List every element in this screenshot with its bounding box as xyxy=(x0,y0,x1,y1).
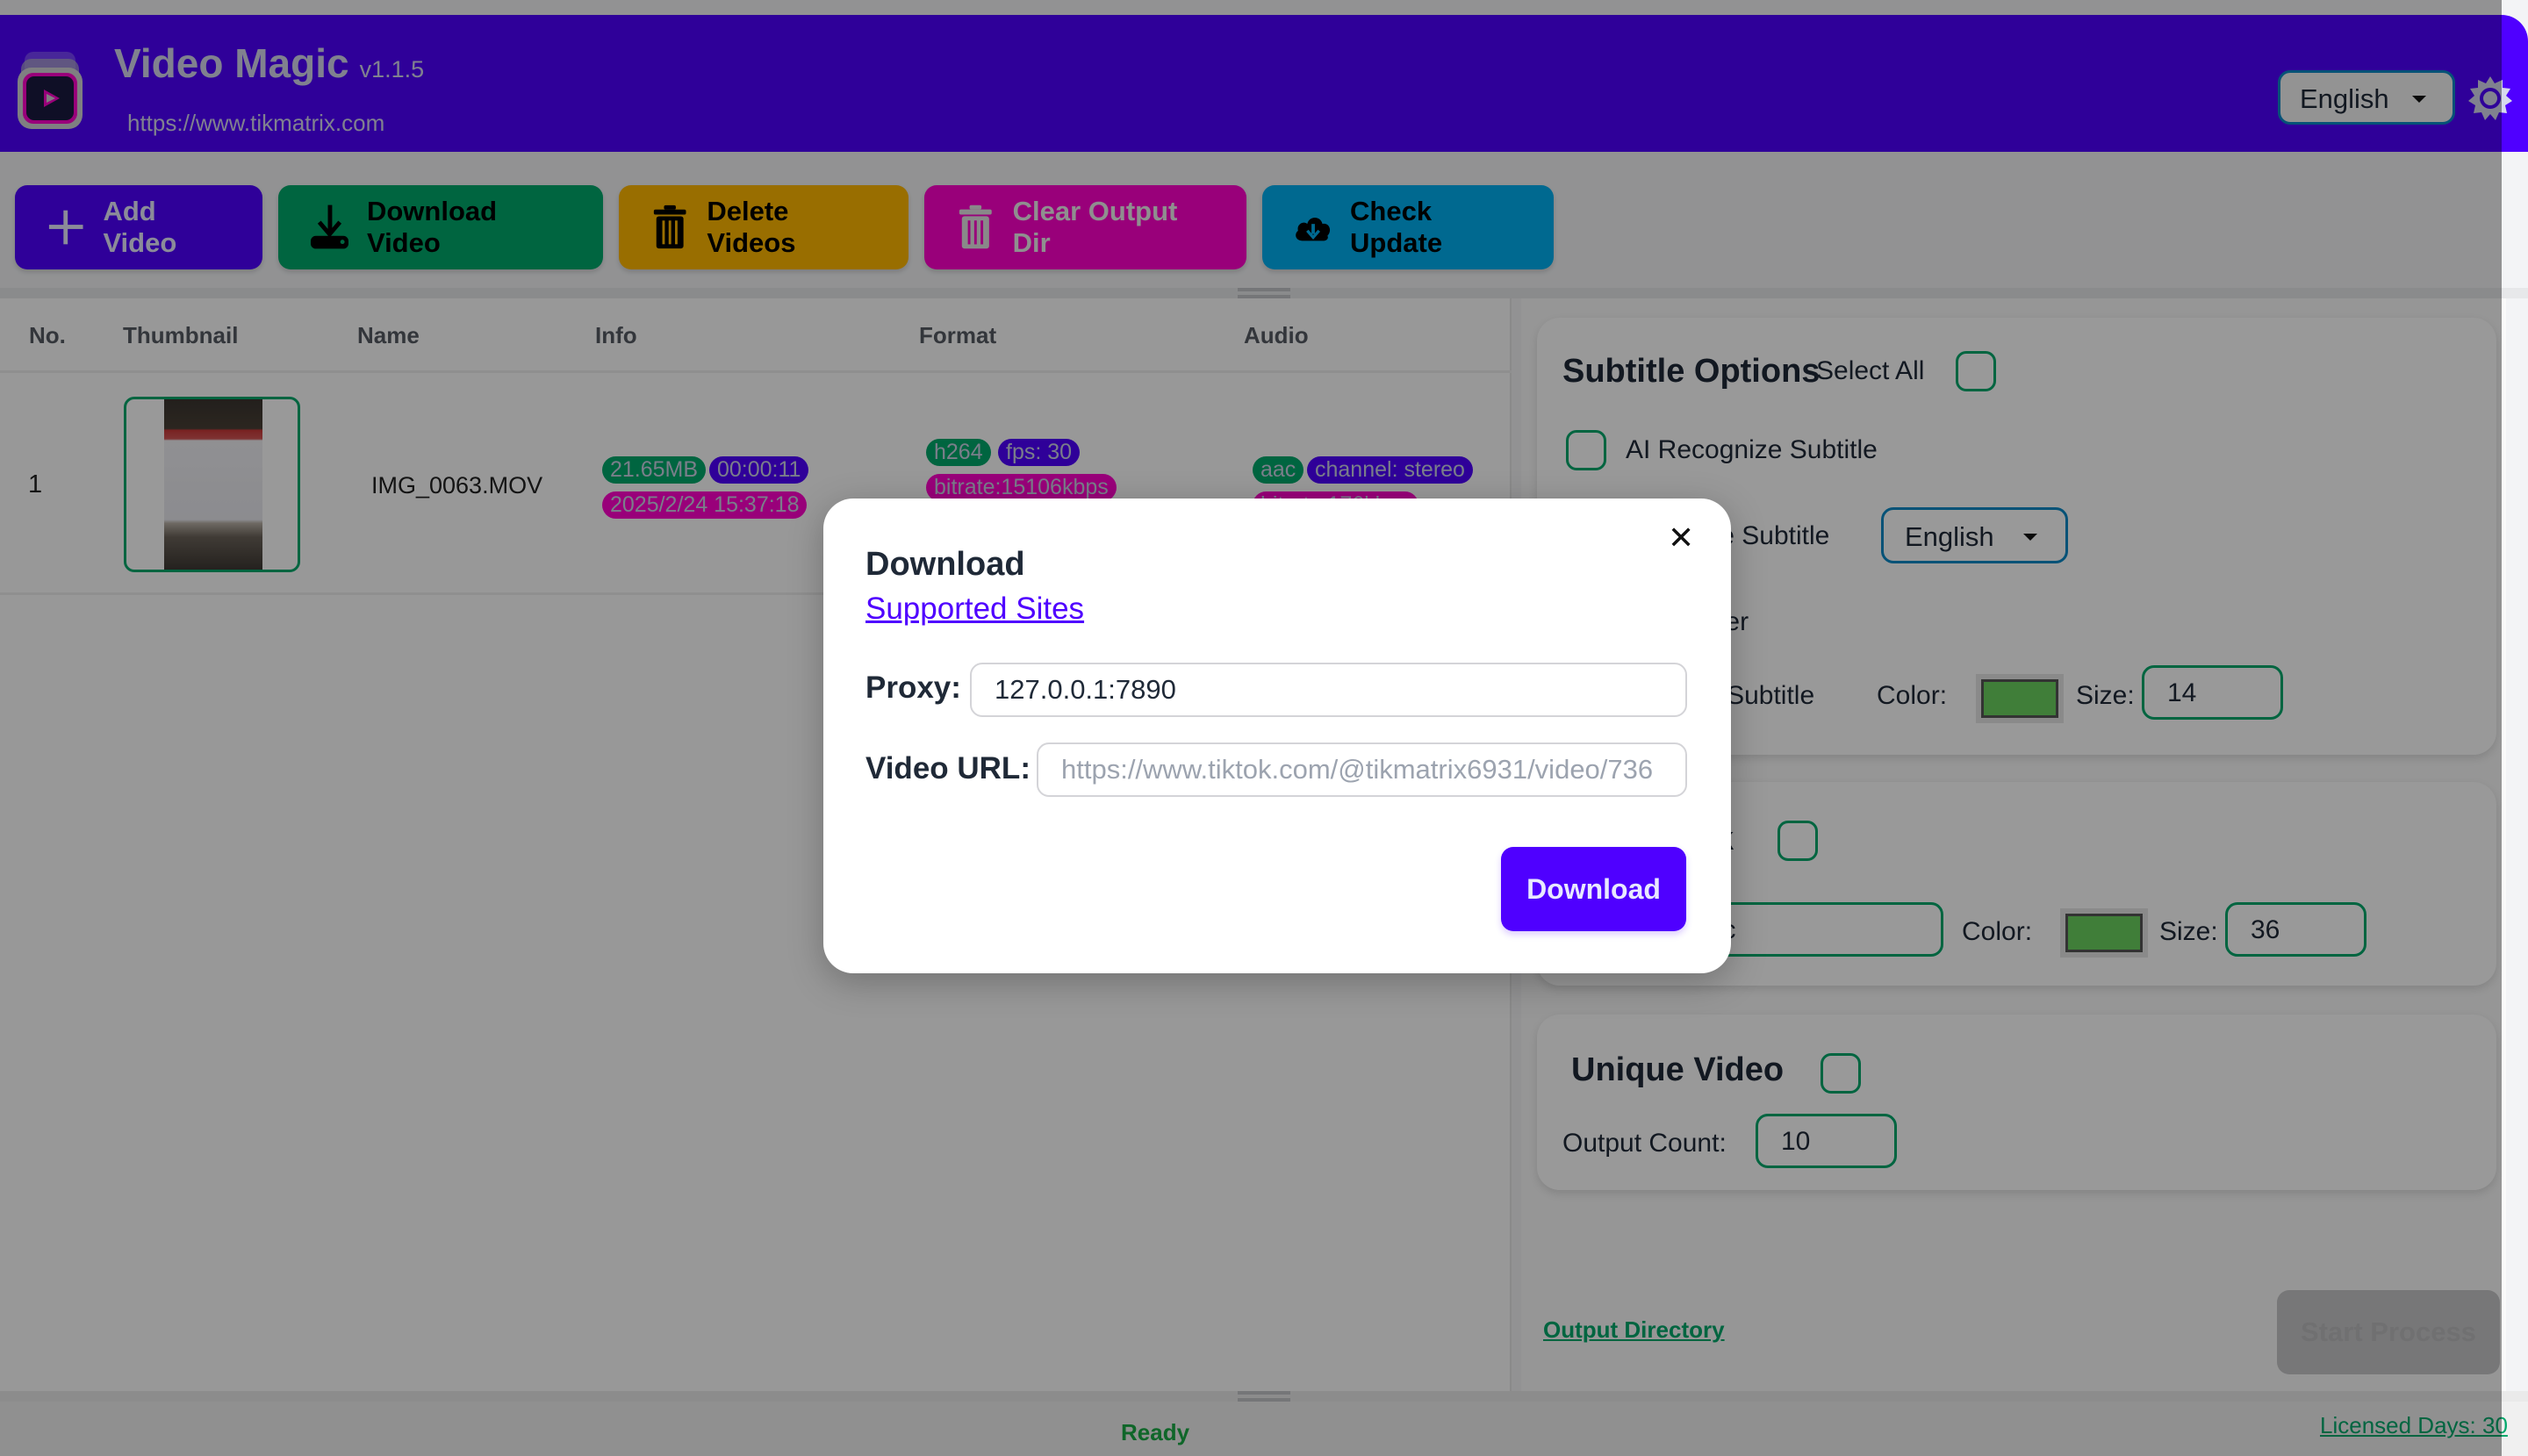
video-url-input[interactable] xyxy=(1037,742,1687,797)
video-url-label: Video URL: xyxy=(865,751,1031,785)
download-dialog: ✕ Download Supported Sites Proxy: Video … xyxy=(823,498,1731,973)
supported-sites-link[interactable]: Supported Sites xyxy=(865,592,1084,627)
proxy-input[interactable] xyxy=(970,663,1687,717)
dialog-download-button[interactable]: Download xyxy=(1501,847,1686,931)
dialog-title: Download xyxy=(865,546,1025,583)
proxy-label: Proxy: xyxy=(865,671,961,705)
close-icon[interactable]: ✕ xyxy=(1668,522,1694,554)
